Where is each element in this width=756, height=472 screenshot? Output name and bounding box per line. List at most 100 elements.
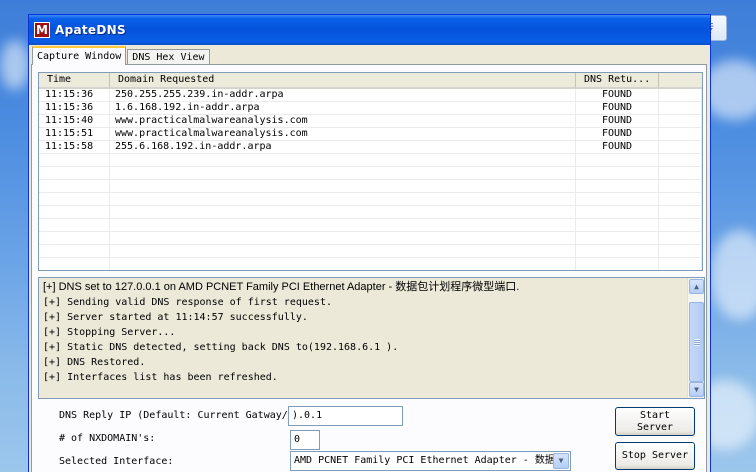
domain-cell: www.practicalmalwareanalysis.com	[110, 115, 576, 127]
result-cell: FOUND	[576, 115, 659, 127]
filler-cell	[659, 180, 702, 192]
domain-cell	[110, 258, 576, 270]
domain-cell	[110, 245, 576, 257]
result-cell	[576, 232, 659, 244]
table-row[interactable]: 11:15:58 255.6.168.192.in-addr.arpa FOUND	[39, 141, 702, 154]
time-cell	[39, 167, 110, 179]
table-row-empty	[39, 180, 702, 193]
filler-cell	[659, 232, 702, 244]
result-cell	[576, 206, 659, 218]
result-cell: FOUND	[576, 102, 659, 114]
filler-cell	[659, 258, 702, 270]
table-row[interactable]: 11:15:36 250.255.255.239.in-addr.arpa FOUN…	[39, 89, 702, 102]
result-cell	[576, 154, 659, 166]
start-server-button[interactable]: Start Server	[615, 407, 695, 436]
time-cell: 11:15:51	[39, 128, 110, 140]
table-row[interactable]: 11:15:51 www.practicalmalwareanalysis.com…	[39, 128, 702, 141]
nxdomain-label: # of NXDOMAIN's:	[59, 433, 156, 444]
table-header: Time Domain Requested DNS Retu...	[39, 73, 702, 89]
filler-cell	[659, 245, 702, 257]
chevron-down-icon[interactable]: ▼	[553, 453, 569, 469]
log-lines: [+] DNS set to 127.0.0.1 on AMD PCNET Fa…	[43, 280, 686, 385]
domain-cell	[110, 206, 576, 218]
log-line: [+] Server started at 11:14:57 successfu…	[43, 312, 308, 323]
table-body: 11:15:36 250.255.255.239.in-addr.arpa FOUN…	[39, 89, 702, 270]
scroll-thumb[interactable]	[689, 302, 704, 382]
interface-label: Selected Interface:	[59, 456, 174, 467]
filler-cell	[659, 128, 702, 140]
tab-capture-window[interactable]: Capture Window	[32, 46, 127, 65]
result-cell	[576, 219, 659, 231]
domain-cell	[110, 154, 576, 166]
filler-cell	[659, 167, 702, 179]
result-cell	[576, 180, 659, 192]
stop-server-button[interactable]: Stop Server	[615, 442, 695, 470]
time-cell	[39, 193, 110, 205]
filler-cell	[659, 154, 702, 166]
table-row-empty	[39, 154, 702, 167]
domain-cell: www.practicalmalwareanalysis.com	[110, 128, 576, 140]
tab-dns-hex-view[interactable]: DNS Hex View	[127, 49, 210, 65]
result-cell: FOUND	[576, 128, 659, 140]
domain-cell: 255.6.168.192.in-addr.arpa	[110, 141, 576, 153]
domain-cell	[110, 193, 576, 205]
domain-cell	[110, 167, 576, 179]
table-row[interactable]: 11:15:40 www.practicalmalwareanalysis.com…	[39, 115, 702, 128]
app-icon: M	[34, 22, 50, 38]
interface-select[interactable]: AMD PCNET Family PCI Ethernet Adapter - …	[290, 451, 571, 471]
filler-cell	[659, 115, 702, 127]
result-cell: FOUND	[576, 89, 659, 101]
dns-requests-table[interactable]: Time Domain Requested DNS Retu... 11:15:…	[38, 72, 703, 271]
interface-select-value: AMD PCNET Family PCI Ethernet Adapter - …	[294, 455, 553, 466]
time-cell: 11:15:40	[39, 115, 110, 127]
time-cell: 11:15:36	[39, 102, 110, 114]
column-header-filler	[659, 73, 702, 87]
table-row-empty	[39, 167, 702, 180]
column-header-dns-returned[interactable]: DNS Retu...	[576, 73, 659, 87]
table-row-empty	[39, 232, 702, 245]
time-cell	[39, 154, 110, 166]
scroll-up-icon[interactable]: ▲	[689, 279, 704, 294]
time-cell	[39, 232, 110, 244]
time-cell	[39, 245, 110, 257]
start-server-label-line2: Server	[636, 421, 674, 433]
nxdomain-input[interactable]: 0	[290, 430, 320, 450]
apatedns-window: M ApateDNS Capture Window DNS Hex View T…	[28, 14, 711, 472]
scroll-down-icon[interactable]: ▼	[689, 382, 704, 397]
result-cell	[576, 167, 659, 179]
start-server-label-line1: Start	[639, 409, 671, 421]
table-row[interactable]: 11:15:36 1.6.168.192.in-addr.arpa FOUND	[39, 102, 702, 115]
filler-cell	[659, 102, 702, 114]
log-line: [+] DNS set to 127.0.0.1 on AMD PCNET Fa…	[43, 281, 520, 293]
result-cell: FOUND	[576, 141, 659, 153]
log-scrollbar[interactable]: ▲ ▼	[687, 278, 704, 398]
log-line: [+] DNS Restored.	[43, 357, 146, 368]
log-output[interactable]: [+] DNS set to 127.0.0.1 on AMD PCNET Fa…	[38, 277, 705, 399]
time-cell: 11:15:58	[39, 141, 110, 153]
domain-cell: 250.255.255.239.in-addr.arpa	[110, 89, 576, 101]
result-cell	[576, 193, 659, 205]
log-line: [+] Sending valid DNS response of first …	[43, 297, 332, 308]
table-row-empty	[39, 258, 702, 270]
background-cloud	[710, 230, 756, 320]
result-cell	[576, 258, 659, 270]
table-row-empty	[39, 219, 702, 232]
table-row-empty	[39, 193, 702, 206]
capture-window-panel: Time Domain Requested DNS Retu... 11:15:…	[31, 64, 707, 472]
filler-cell	[659, 219, 702, 231]
column-header-time[interactable]: Time	[39, 73, 110, 87]
log-line: [+] Interfaces list has been refreshed.	[43, 372, 278, 383]
domain-cell	[110, 219, 576, 231]
time-cell	[39, 180, 110, 192]
time-cell: 11:15:36	[39, 89, 110, 101]
background-cloud	[0, 40, 30, 90]
column-header-domain[interactable]: Domain Requested	[110, 73, 576, 87]
window-title: ApateDNS	[55, 23, 126, 37]
domain-cell: 1.6.168.192.in-addr.arpa	[110, 102, 576, 114]
reply-ip-input[interactable]: ).0.1	[288, 406, 403, 426]
title-bar[interactable]: M ApateDNS	[29, 15, 710, 45]
log-line: [+] Static DNS detected, setting back DN…	[43, 342, 399, 353]
time-cell	[39, 219, 110, 231]
table-row-empty	[39, 206, 702, 219]
log-line: [+] Stopping Server...	[43, 327, 176, 338]
